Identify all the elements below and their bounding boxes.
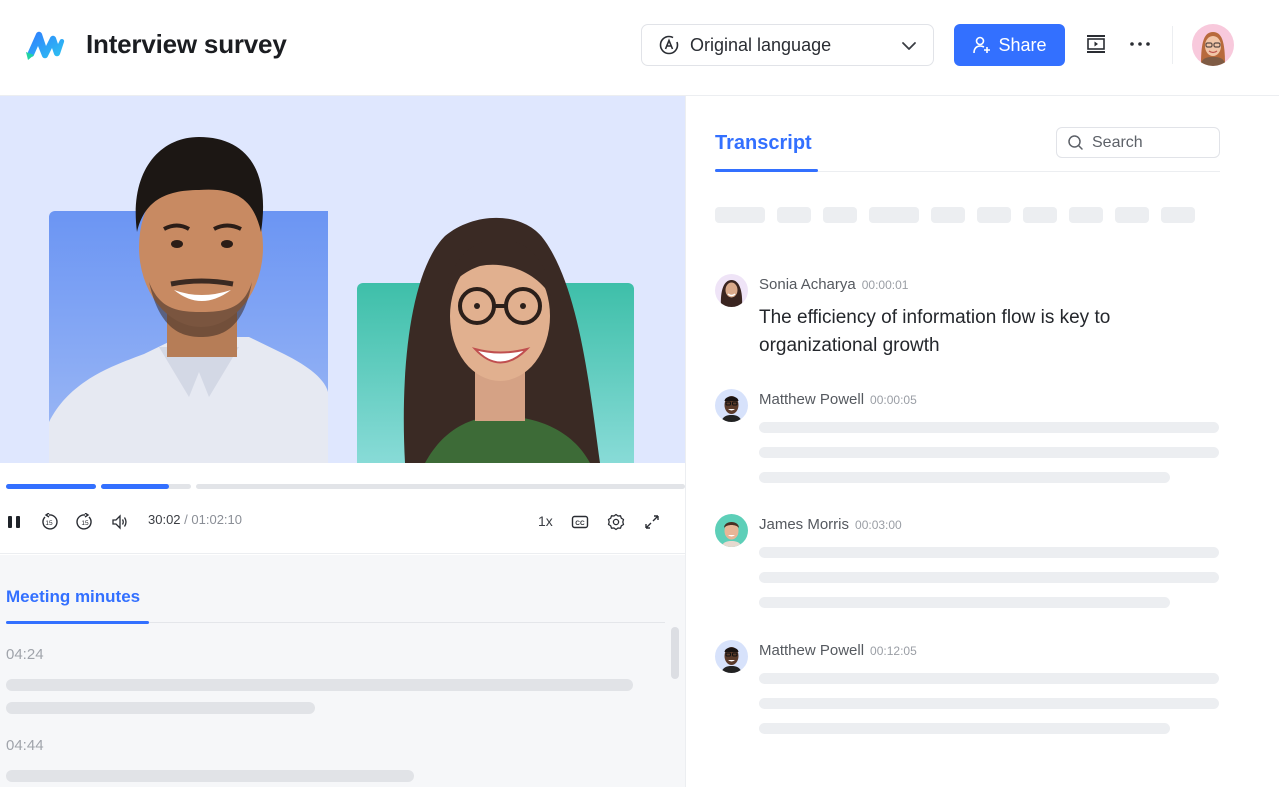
svg-text:15: 15 bbox=[45, 520, 53, 527]
chapter-1-fill bbox=[6, 484, 96, 489]
chapter-segment-3[interactable] bbox=[196, 484, 685, 489]
chapter-segment-1[interactable] bbox=[6, 484, 96, 489]
minutes-timestamp[interactable]: 04:44 bbox=[6, 737, 44, 754]
speaker-avatar bbox=[715, 640, 748, 673]
speaker-name: Matthew Powell 00:00:05 bbox=[759, 391, 917, 408]
transcript-entry[interactable]: Matthew Powell 00:12:05 bbox=[715, 640, 1235, 740]
transcript-text-placeholder bbox=[759, 698, 1219, 709]
transcript-pane: Transcript Sonia Acharya00:00:01 The eff… bbox=[686, 96, 1279, 787]
topic-chip[interactable] bbox=[1115, 207, 1149, 223]
duration: 01:02:10 bbox=[191, 512, 242, 527]
page-title: Interview survey bbox=[86, 29, 287, 59]
minutes-timestamp[interactable]: 04:24 bbox=[6, 646, 44, 663]
topic-chip[interactable] bbox=[715, 207, 765, 223]
current-time: 30:02 bbox=[148, 512, 181, 527]
topic-chip[interactable] bbox=[1069, 207, 1103, 223]
transcript-entry[interactable]: Sonia Acharya 00:00:01 The efficiency of … bbox=[715, 274, 1235, 364]
speaker-avatar bbox=[715, 514, 748, 547]
user-avatar-image bbox=[1200, 32, 1226, 66]
chevron-down-icon bbox=[902, 42, 916, 50]
transcript-text: The efficiency of information flow is ke… bbox=[759, 307, 1111, 356]
app-logo-icon bbox=[26, 31, 65, 60]
svg-text:15: 15 bbox=[81, 520, 89, 527]
participant-woman-image bbox=[403, 217, 600, 463]
speaker-name: James Morris 00:03:00 bbox=[759, 516, 902, 533]
add-user-icon bbox=[973, 36, 991, 54]
transcript-text-placeholder bbox=[759, 673, 1219, 684]
time-separator: / bbox=[180, 512, 192, 527]
minutes-text-placeholder bbox=[6, 770, 414, 782]
player-controls: 15 15 30:02 / 01:02:10 1x CC bbox=[0, 463, 685, 554]
search-input[interactable] bbox=[1092, 133, 1202, 152]
tab-meeting-minutes[interactable]: Meeting minutes bbox=[6, 587, 140, 607]
language-select-value: Original language bbox=[690, 34, 832, 55]
forward-15-icon[interactable]: 15 bbox=[76, 513, 94, 531]
speaker-photo bbox=[721, 647, 742, 673]
entry-timestamp[interactable]: 00:03:00 bbox=[855, 518, 902, 532]
entry-timestamp[interactable]: 00:00:01 bbox=[862, 278, 909, 292]
transcript-text-placeholder bbox=[759, 597, 1170, 608]
transcript-text-placeholder bbox=[759, 723, 1170, 734]
playback-time: 30:02 / 01:02:10 bbox=[148, 512, 242, 527]
pause-icon[interactable] bbox=[5, 513, 23, 531]
chapter-segment-2[interactable] bbox=[101, 484, 191, 489]
speaker-avatar bbox=[715, 389, 748, 422]
speaker-name: Sonia Acharya 00:00:01 bbox=[759, 276, 909, 293]
transcript-entry[interactable]: Matthew Powell 00:00:05 bbox=[715, 389, 1235, 489]
scrollbar-thumb[interactable] bbox=[671, 627, 679, 679]
share-label: Share bbox=[998, 34, 1047, 55]
transcript-search[interactable] bbox=[1056, 127, 1220, 158]
entry-timestamp[interactable]: 00:12:05 bbox=[870, 644, 917, 658]
speaker-photo bbox=[721, 522, 742, 547]
chapter-2-fill bbox=[101, 484, 170, 489]
topic-chip[interactable] bbox=[977, 207, 1011, 223]
settings-gear-icon[interactable] bbox=[607, 513, 625, 531]
svg-text:CC: CC bbox=[575, 520, 585, 527]
entry-timestamp[interactable]: 00:00:05 bbox=[870, 393, 917, 407]
speaker-avatar bbox=[715, 274, 748, 307]
transcript-text-placeholder bbox=[759, 422, 1219, 433]
speaker-photo bbox=[720, 280, 743, 307]
speaker-photo bbox=[721, 396, 742, 422]
topic-chip[interactable] bbox=[1161, 207, 1195, 223]
active-tab-indicator bbox=[6, 621, 149, 624]
more-options-icon[interactable] bbox=[1126, 34, 1154, 54]
presentation-icon[interactable] bbox=[1085, 33, 1107, 55]
rewind-15-icon[interactable]: 15 bbox=[40, 513, 58, 531]
topic-chip[interactable] bbox=[1023, 207, 1057, 223]
transcript-text-placeholder bbox=[759, 472, 1170, 483]
closed-captions-icon[interactable]: CC bbox=[571, 513, 589, 531]
fullscreen-icon[interactable] bbox=[643, 513, 661, 531]
minutes-text-placeholder bbox=[6, 702, 315, 714]
topic-chip[interactable] bbox=[931, 207, 965, 223]
video-player[interactable] bbox=[0, 96, 685, 463]
transcript-text-placeholder bbox=[759, 547, 1219, 558]
minutes-text-placeholder bbox=[6, 679, 633, 691]
meeting-minutes-panel: Meeting minutes 04:24 04:44 bbox=[0, 555, 685, 787]
topic-chip[interactable] bbox=[869, 207, 919, 223]
language-select[interactable]: Original language bbox=[641, 24, 934, 66]
participant-man-image bbox=[49, 137, 328, 463]
video-pane: 15 15 30:02 / 01:02:10 1x CC Meeting min… bbox=[0, 96, 686, 787]
transcript-entry[interactable]: James Morris 00:03:00 bbox=[715, 514, 1235, 614]
header-divider bbox=[1172, 26, 1173, 64]
speaker-name: Matthew Powell 00:12:05 bbox=[759, 642, 917, 659]
volume-icon[interactable] bbox=[111, 513, 129, 531]
translate-icon bbox=[659, 35, 679, 55]
transcript-text-placeholder bbox=[759, 447, 1219, 458]
app-header: Interview survey Original language Share bbox=[0, 0, 1279, 96]
playback-speed-button[interactable]: 1x bbox=[538, 513, 553, 529]
tab-transcript[interactable]: Transcript bbox=[715, 132, 812, 155]
topic-chip[interactable] bbox=[823, 207, 857, 223]
transcript-text-placeholder bbox=[759, 572, 1219, 583]
search-icon bbox=[1068, 135, 1083, 150]
user-avatar[interactable] bbox=[1192, 24, 1234, 66]
active-tab-indicator bbox=[715, 169, 818, 172]
topic-chip[interactable] bbox=[777, 207, 811, 223]
share-button[interactable]: Share bbox=[954, 24, 1065, 66]
